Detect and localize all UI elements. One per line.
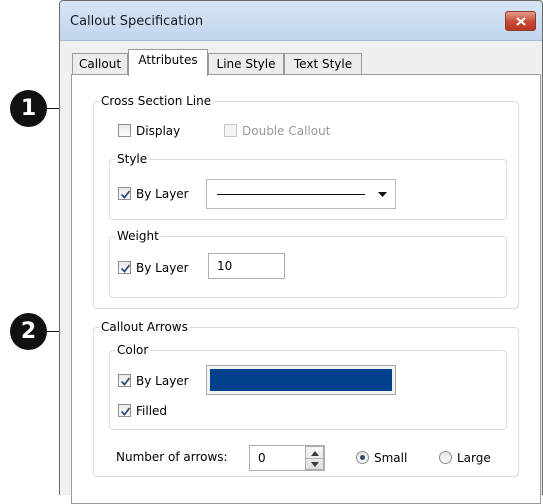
callout-arrows-heading: Callout Arrows <box>99 320 190 334</box>
small-radio-button[interactable] <box>356 451 369 464</box>
display-label: Display <box>136 124 181 138</box>
tab-text-style[interactable]: Text Style <box>284 53 362 75</box>
line-style-dropdown[interactable] <box>206 179 396 209</box>
close-icon <box>516 17 526 26</box>
callout-specification-dialog: Callout Specification Callout Attributes… <box>59 0 543 504</box>
cross-section-line-heading: Cross Section Line <box>99 94 214 108</box>
large-radio-button[interactable] <box>439 451 452 464</box>
style-by-layer-checkbox[interactable] <box>118 187 131 200</box>
small-radio-label: Small <box>374 451 408 465</box>
callout-marker-1: 1 <box>10 90 47 127</box>
callout-marker-2: 2 <box>10 313 47 350</box>
weight-heading: Weight <box>115 229 161 243</box>
weight-input[interactable]: 10 <box>208 253 285 279</box>
line-style-preview <box>217 194 365 195</box>
style-by-layer-label: By Layer <box>136 187 189 201</box>
checkmark-icon <box>120 190 131 199</box>
attributes-panel: Cross Section Line Display Double Callou… <box>71 74 541 504</box>
color-by-layer-label: By Layer <box>136 374 189 388</box>
checkmark-icon <box>120 264 131 273</box>
large-radio-label: Large <box>457 451 491 465</box>
spin-down-icon <box>311 462 319 467</box>
chevron-down-icon <box>378 192 387 197</box>
color-heading: Color <box>115 343 151 357</box>
weight-by-layer-checkbox[interactable] <box>118 261 131 274</box>
number-of-arrows-spinner[interactable] <box>305 446 324 470</box>
filled-checkbox[interactable] <box>118 404 131 417</box>
number-of-arrows-label: Number of arrows: <box>116 450 228 464</box>
tab-callout[interactable]: Callout <box>72 53 128 75</box>
style-heading: Style <box>115 152 150 166</box>
double-callout-label: Double Callout <box>242 124 331 138</box>
color-by-layer-checkbox[interactable] <box>118 374 131 387</box>
close-button[interactable] <box>505 11 536 31</box>
checkmark-icon <box>120 407 131 416</box>
color-swatch <box>210 369 392 391</box>
display-checkbox[interactable] <box>118 124 131 137</box>
color-picker-button[interactable] <box>206 365 396 395</box>
radio-selected-dot <box>360 455 365 460</box>
dialog-title: Callout Specification <box>70 14 204 29</box>
weight-by-layer-label: By Layer <box>136 261 189 275</box>
tab-attributes[interactable]: Attributes <box>128 49 208 76</box>
checkmark-icon <box>120 377 131 386</box>
spin-up-icon <box>311 451 319 456</box>
title-bar: Callout Specification <box>60 1 542 41</box>
filled-label: Filled <box>136 404 168 418</box>
double-callout-checkbox[interactable] <box>224 124 237 137</box>
tab-line-style[interactable]: Line Style <box>208 53 284 75</box>
